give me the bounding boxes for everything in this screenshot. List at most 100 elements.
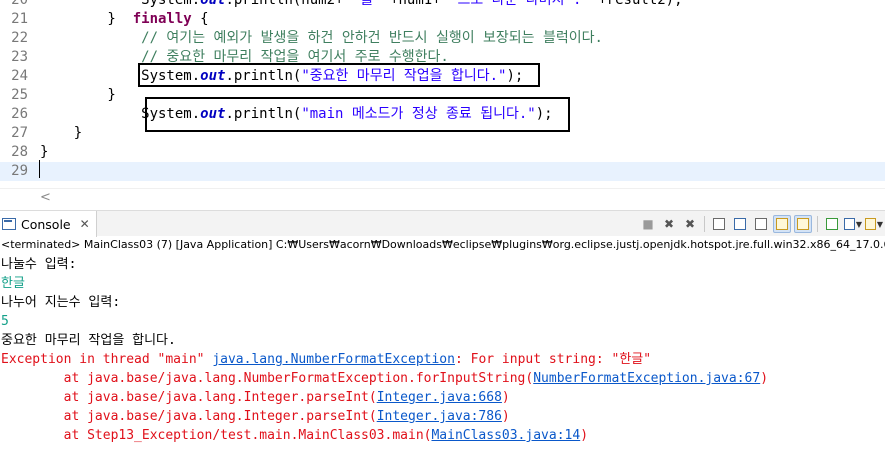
code-line[interactable]: 26 System.out.println("main 메소드가 정상 종료 됩… — [0, 105, 885, 124]
console-text: ) — [580, 428, 589, 443]
text-caret — [39, 160, 40, 178]
show-on-stderr-icon[interactable] — [794, 215, 812, 233]
code-token: out — [200, 0, 226, 8]
code-token: { — [191, 11, 209, 27]
code-token: .println(num2+ — [225, 0, 352, 8]
clear-console-icon[interactable] — [710, 215, 728, 233]
console-text: at java.base/java.lang.NumberFormatExcep… — [1, 371, 534, 386]
code-text: System.out.println("main 메소드가 정상 종료 됩니다.… — [40, 105, 553, 124]
code-text: // 중요한 마무리 작업을 여기서 주로 수행한다. — [40, 48, 449, 67]
console-text: Exception in thread "main" — [1, 352, 213, 367]
console-icon — [2, 218, 16, 230]
show-on-stdout-icon[interactable] — [773, 215, 791, 233]
console-line: 한글 — [0, 274, 885, 293]
code-line[interactable]: 20 System.out.println(num2+ "를 "+num1+ "… — [0, 0, 885, 10]
code-token: "main 메소드가 정상 종료 됩니다." — [301, 106, 536, 122]
code-text: System.out.println(num2+ "를 "+num1+ "으로 … — [40, 0, 683, 10]
display-console-icon[interactable]: ▼ — [844, 215, 862, 233]
console-line: at java.base/java.lang.Integer.parseInt(… — [0, 388, 885, 407]
code-token: // 여기는 예외가 발생을 하건 안하건 반드시 실행이 보장되는 블럭이다. — [40, 30, 603, 46]
code-token: +num1+ — [390, 0, 450, 8]
line-number: 25 — [11, 87, 28, 103]
code-text: } — [40, 86, 115, 105]
console-line: at java.base/java.lang.Integer.parseInt(… — [0, 407, 885, 426]
line-number: 28 — [11, 144, 28, 160]
code-line[interactable]: 22 // 여기는 예외가 발생을 하건 안하건 반드시 실행이 보장되는 블럭… — [0, 29, 885, 48]
remove-all-terminated-icon[interactable]: ✖ — [681, 215, 699, 233]
code-token: "중요한 마무리 작업을 합니다." — [301, 68, 507, 84]
console-text: 한글 — [1, 276, 25, 291]
stacktrace-link[interactable]: Integer.java:786 — [377, 409, 502, 424]
console-text: at java.base/java.lang.Integer.parseInt( — [1, 390, 377, 405]
scroll-lock-icon[interactable] — [731, 215, 749, 233]
code-line[interactable]: 27 } — [0, 124, 885, 143]
tab-console[interactable]: Console ✕ — [0, 211, 97, 237]
code-token: "으로 나눈 나머지 : " — [449, 0, 599, 8]
console-text: 5 — [1, 314, 9, 329]
console-line: Exception in thread "main" java.lang.Num… — [0, 350, 885, 369]
code-token: } — [40, 11, 133, 27]
code-token: // 중요한 마무리 작업을 여기서 주로 수행한다. — [40, 49, 449, 65]
stderr-glyph — [797, 218, 809, 230]
console-view-header: Console ✕ ■ ✖ ✖ ▼ ▼ — [0, 210, 885, 237]
chevron-down-icon: ▼ — [855, 219, 862, 229]
code-token: out — [200, 68, 226, 84]
chevron-down-icon: ▼ — [876, 219, 883, 229]
code-line[interactable]: 21 } finally { — [0, 10, 885, 29]
console-text: ) — [760, 371, 769, 386]
code-line[interactable]: 23 // 중요한 마무리 작업을 여기서 주로 수행한다. — [0, 48, 885, 67]
code-line[interactable]: 29 — [0, 162, 885, 181]
editor-horizontal-scrollbar[interactable]: < — [0, 188, 885, 208]
console-text: 나누어 지는수 입력: — [1, 295, 121, 310]
line-number: 26 — [11, 106, 28, 122]
console-text: at java.base/java.lang.Integer.parseInt( — [1, 409, 377, 424]
clear-console-glyph — [713, 218, 725, 230]
code-text: // 여기는 예외가 발생을 하건 안하건 반드시 실행이 보장되는 블럭이다. — [40, 29, 603, 48]
code-line[interactable]: 28} — [0, 143, 885, 162]
terminate-icon[interactable]: ■ — [639, 215, 657, 233]
stacktrace-link[interactable]: MainClass03.java:14 — [431, 428, 580, 443]
console-line: 나누어 지는수 입력: — [0, 293, 885, 312]
scroll-lock-glyph — [734, 218, 746, 230]
line-number: 21 — [11, 11, 28, 27]
code-token: } — [40, 125, 83, 141]
pin-console-icon[interactable] — [823, 215, 841, 233]
toolbar-separator — [817, 216, 818, 232]
code-line[interactable]: 25 } — [0, 86, 885, 105]
open-console-icon[interactable]: ▼ — [865, 215, 883, 233]
console-toolbar: ■ ✖ ✖ ▼ ▼ — [639, 215, 883, 233]
code-token: } — [40, 144, 49, 160]
console-text: ) — [501, 390, 510, 405]
console-line: 중요한 마무리 작업을 합니다. — [0, 331, 885, 350]
line-number: 22 — [11, 30, 28, 46]
code-token: +result2); — [598, 0, 683, 8]
code-text: } finally { — [40, 10, 209, 29]
code-token: finally — [132, 11, 192, 27]
code-token: .println( — [225, 106, 302, 122]
code-token: System. — [40, 0, 201, 8]
tab-console-label: Console — [21, 216, 71, 232]
word-wrap-icon[interactable] — [752, 215, 770, 233]
code-token: ); — [506, 68, 524, 84]
chevron-left-icon[interactable]: < — [40, 190, 51, 205]
console-line: at Step13_Exception/test.main.MainClass0… — [0, 426, 885, 445]
code-editor[interactable]: 20 System.out.println(num2+ "를 "+num1+ "… — [0, 0, 885, 188]
code-text: } — [40, 124, 82, 143]
code-line[interactable]: 24 System.out.println("중요한 마무리 작업을 합니다."… — [0, 67, 885, 86]
code-token: ); — [535, 106, 553, 122]
stacktrace-link[interactable]: NumberFormatException.java:67 — [533, 371, 760, 386]
line-number: 24 — [11, 68, 28, 84]
word-wrap-glyph — [755, 218, 767, 230]
remove-launch-icon[interactable]: ✖ — [660, 215, 678, 233]
line-number: 20 — [11, 0, 28, 8]
close-icon[interactable]: ✕ — [80, 217, 90, 231]
line-number: 27 — [11, 125, 28, 141]
display-glyph — [844, 218, 855, 230]
stacktrace-link[interactable]: java.lang.NumberFormatException — [212, 352, 455, 367]
console-line: 5 — [0, 312, 885, 331]
stdout-glyph — [776, 218, 788, 230]
stacktrace-link[interactable]: Integer.java:668 — [377, 390, 502, 405]
console-output[interactable]: 나눌수 입력: 한글 나누어 지는수 입력: 5 중요한 마무리 작업을 합니다. Exc… — [0, 255, 885, 445]
code-token: out — [200, 106, 226, 122]
console-text: : For input string: "한글" — [454, 352, 652, 367]
